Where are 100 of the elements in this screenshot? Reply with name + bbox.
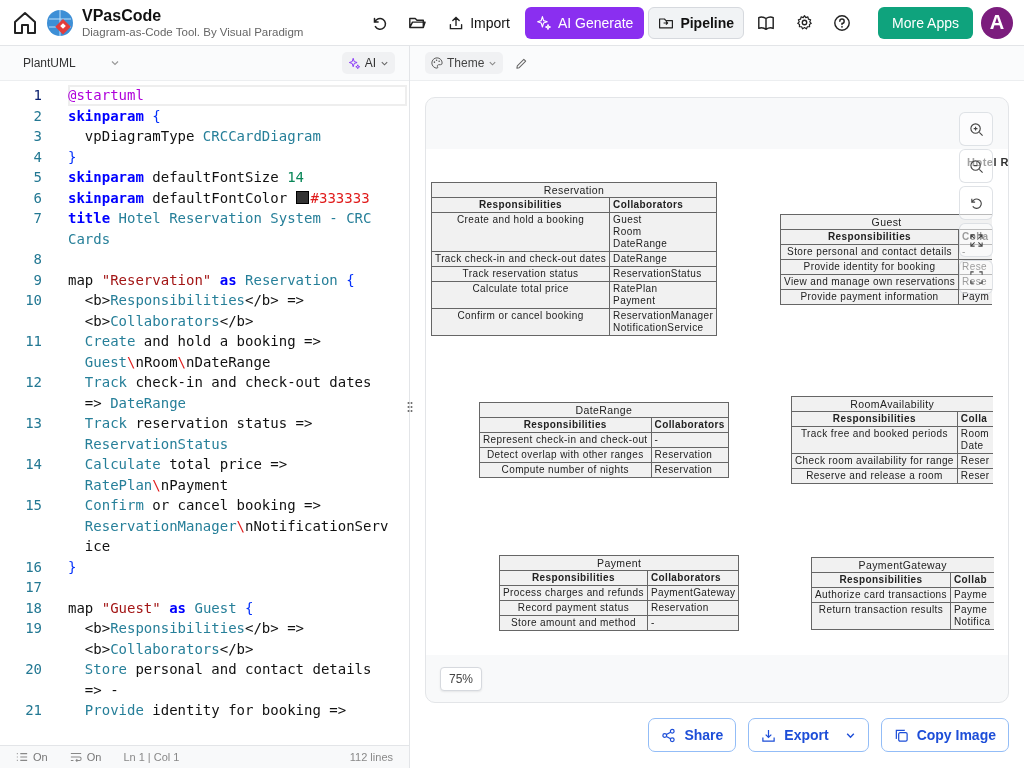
line-number: 8 [32, 250, 43, 269]
table-cell: Store amount and method [499, 615, 648, 631]
card-title: Guest [780, 214, 993, 230]
table-cell: Reservation [651, 462, 729, 478]
table-cell: Guest Room DateRange [609, 212, 717, 252]
table-cell: Store personal and contact details [780, 244, 959, 260]
code-line: ReservationManager\nNotificationServ [83, 516, 390, 536]
column-header: Responsibilities [780, 229, 959, 245]
table-cell: Room Date [957, 426, 993, 454]
table-cell: Return transaction results [811, 602, 951, 630]
code-line: Create and hold a booking => [83, 332, 322, 351]
line-number: 5 [32, 168, 43, 187]
fullscreen-icon[interactable] [959, 260, 993, 294]
code-line: Calculate total price => [83, 455, 289, 474]
zoom-in-icon[interactable] [959, 112, 993, 146]
line-numbers-toggle[interactable]: On [16, 751, 48, 763]
line-number: 11 [24, 332, 43, 351]
line-count: 112 lines [349, 751, 393, 763]
table-cell: Authorize card transactions [811, 587, 951, 603]
code-line: skinparam defaultFontSize 14 [68, 168, 305, 187]
line-number: 12 [24, 373, 43, 392]
word-wrap-toggle[interactable]: On [69, 751, 102, 763]
home-icon[interactable] [12, 9, 38, 36]
column-header: Responsibilities [499, 570, 648, 586]
line-number: 19 [24, 619, 43, 638]
table-cell: Detect overlap with other ranges [479, 447, 652, 463]
code-line: } [68, 557, 78, 577]
table-cell: Rese [958, 274, 993, 290]
app-title: VPasCode [82, 6, 163, 25]
pipeline-button[interactable]: Pipeline [648, 6, 745, 39]
table-cell: Track check-in and check-out dates [431, 251, 610, 267]
download-icon [761, 727, 777, 743]
upload-icon [448, 14, 465, 31]
line-number: 16 [24, 557, 43, 577]
logo-icon [46, 8, 74, 37]
card-title: DateRange [479, 402, 729, 418]
table-cell: Confirm or cancel booking [431, 308, 610, 336]
reset-icon[interactable] [959, 186, 993, 220]
theme-dropdown[interactable]: Theme [425, 52, 504, 74]
line-number: 17 [24, 578, 43, 597]
code-line: vpDiagramType CRCCardDiagram [83, 127, 322, 146]
cursor-position: Ln 1 | Col 1 [123, 751, 180, 763]
table-cell: Reserve and release a room [791, 468, 958, 484]
line-number: 18 [24, 598, 43, 618]
chevron-down-icon [109, 58, 120, 68]
card-title: PaymentGateway [811, 557, 994, 573]
import-button[interactable]: Import [439, 6, 519, 39]
table-cell: Payme [950, 587, 994, 603]
palette-icon [431, 57, 443, 69]
table-cell: Reservation [647, 600, 739, 616]
table-cell: Reservation [651, 447, 729, 463]
column-header: Colla [957, 411, 993, 427]
table-cell: Provide payment information [780, 289, 959, 305]
line-number: 10 [24, 291, 43, 310]
line-number: 1 [32, 86, 43, 105]
language-dropdown[interactable]: PlantUML [14, 52, 129, 74]
code-line: Guest\nRoom\nDateRange [83, 352, 272, 372]
code-line: title Hotel Reservation System - CRC [68, 209, 373, 228]
table-cell: Record payment status [499, 600, 648, 616]
table-cell: Track reservation status [431, 266, 610, 282]
ai-generate-button[interactable]: AI Generate [524, 6, 645, 39]
diagram-title: Hotel R [967, 156, 1008, 168]
code-line: <b>Responsibilities</b> => [83, 619, 306, 638]
line-number: 20 [24, 660, 43, 679]
avatar[interactable]: A [981, 6, 1013, 39]
code-line: @startuml [68, 85, 407, 106]
table-cell: Calculate total price [431, 281, 610, 309]
line-number: 14 [24, 455, 43, 474]
code-line: Cards [68, 229, 112, 249]
table-cell: PaymentGateway [647, 585, 739, 601]
code-line: => DateRange [83, 393, 187, 413]
table-cell: Check room availability for range [791, 453, 958, 469]
code-line: ice [83, 537, 112, 556]
copy-image-button[interactable]: Copy Image [880, 718, 1009, 752]
column-header: Responsibilities [479, 417, 652, 433]
sparkle-icon [535, 14, 552, 31]
column-header: Collaborators [647, 570, 739, 586]
zoom-level: 75% [440, 666, 483, 691]
code-line: Track reservation status => [83, 414, 314, 433]
line-number: 3 [32, 127, 43, 146]
line-number: 15 [24, 496, 43, 515]
code-line: map "Reservation" as Reservation { [68, 270, 356, 290]
card-title: RoomAvailability [791, 396, 993, 412]
table-cell: Track free and booked periods [791, 426, 958, 454]
table-cell: ReservationStatus [609, 266, 717, 282]
wrap-icon [69, 751, 82, 763]
table-cell: View and manage own reservations [780, 274, 959, 290]
export-button[interactable]: Export [748, 718, 869, 752]
table-cell: - [651, 432, 729, 448]
resize-handle[interactable] [407, 401, 413, 413]
table-cell: DateRange [609, 251, 717, 267]
table-cell: ReservationManager NotificationService [609, 308, 717, 336]
table-cell: Compute number of nights [479, 462, 652, 478]
line-number: 21 [24, 701, 43, 720]
code-line: <b>Collaborators</b> [83, 311, 255, 331]
line-number: 9 [32, 270, 43, 290]
ai-button[interactable]: AI [341, 52, 395, 74]
expand-icon[interactable] [959, 223, 993, 257]
code-line: Store personal and contact details [83, 660, 373, 679]
share-button[interactable]: Share [648, 718, 737, 752]
